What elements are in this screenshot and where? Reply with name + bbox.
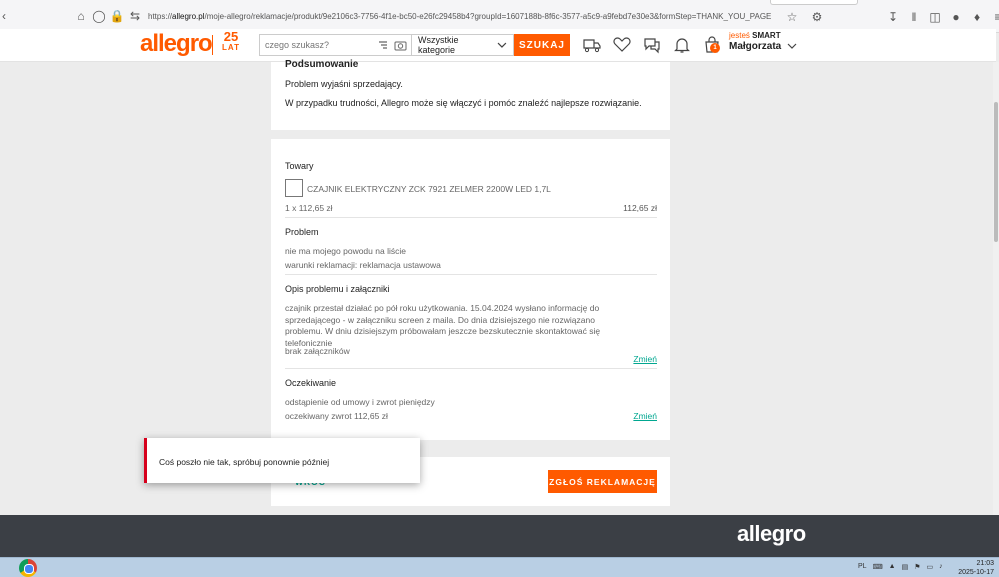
permissions-icon[interactable]: ⇆ bbox=[126, 7, 144, 25]
logo-separator bbox=[212, 35, 213, 55]
search-box bbox=[259, 34, 411, 56]
url-prefix: https:// bbox=[148, 11, 173, 21]
address-bar[interactable]: https://allegro.pl/moje-allegro/reklamac… bbox=[148, 12, 771, 21]
download-icon[interactable]: ↧ bbox=[884, 8, 902, 26]
tray-expand-icon[interactable]: ▲ bbox=[889, 563, 896, 571]
summary-card: Podsumowanie Problem wyjaśni sprzedający… bbox=[271, 59, 670, 130]
messages-icon[interactable] bbox=[642, 36, 662, 54]
attachments-status: brak załączników bbox=[285, 346, 350, 356]
anniversary-logo: 25 LAT bbox=[222, 29, 240, 53]
description-label: Opis problemu i załączniki bbox=[285, 284, 390, 294]
language-indicator[interactable]: PL bbox=[858, 563, 867, 571]
bookmark-star-icon[interactable]: ☆ bbox=[783, 8, 801, 26]
divider bbox=[285, 217, 657, 218]
site-header: allegro 25 LAT Wszystkie kategorie SZUKA… bbox=[0, 29, 996, 62]
user-menu[interactable]: jesteś SMART Małgorzata bbox=[729, 31, 797, 52]
url-domain: allegro.pl bbox=[172, 11, 205, 21]
flag-icon[interactable]: ⚑ bbox=[914, 563, 920, 571]
problem-reason: nie ma mojego powodu na liście bbox=[285, 246, 406, 256]
goods-label: Towary bbox=[285, 161, 314, 171]
chrome-browser-icon[interactable] bbox=[19, 559, 37, 577]
summary-title: Podsumowanie bbox=[285, 59, 359, 70]
delivery-truck-icon[interactable] bbox=[582, 36, 602, 54]
change-expectation-link[interactable]: Zmień bbox=[633, 411, 657, 421]
summary-line-2: W przypadku trudności, Allegro może się … bbox=[285, 98, 642, 108]
os-taskbar: PL ⌨ ▲ ▤ ⚑ ▭ ♪ 21:03 2025-10-17 bbox=[0, 557, 999, 577]
dropdown-popup-edge bbox=[770, 0, 858, 5]
scrollbar-thumb[interactable] bbox=[994, 102, 998, 242]
notifications-bell-icon[interactable] bbox=[672, 36, 692, 54]
filter-icon[interactable] bbox=[377, 39, 389, 51]
complaint-details-card: Towary CZAJNIK ELEKTRYCZNY ZCK 7921 ZELM… bbox=[271, 139, 670, 440]
tab-scroll-icon[interactable]: ‹ bbox=[0, 7, 8, 25]
category-label: Wszystkie kategorie bbox=[418, 35, 459, 55]
summary-line-1: Problem wyjaśni sprzedający. bbox=[285, 79, 403, 89]
submit-complaint-button[interactable]: ZGŁOŚ REKLAMACJĘ bbox=[548, 470, 657, 493]
product-name: CZAJNIK ELEKTRYCZNY ZCK 7921 ZELMER 2200… bbox=[307, 184, 551, 194]
product-thumbnail bbox=[285, 179, 303, 197]
error-toast: Coś poszło nie tak, spróbuj ponownie póź… bbox=[144, 438, 420, 483]
account-icon[interactable]: ● bbox=[947, 8, 965, 26]
search-input[interactable] bbox=[260, 35, 370, 55]
chevron-down-icon bbox=[497, 42, 507, 48]
library-icon[interactable]: ‖ bbox=[905, 8, 923, 26]
menu-icon[interactable]: ≡ bbox=[989, 8, 999, 26]
network-icon[interactable]: ▤ bbox=[902, 563, 909, 571]
home-icon[interactable]: ⌂ bbox=[72, 7, 90, 25]
page-scrollbar[interactable] bbox=[993, 62, 999, 515]
product-total: 112,65 zł bbox=[623, 203, 657, 213]
expectation-text: odstąpienie od umowy i zwrot pieniędzy bbox=[285, 397, 435, 407]
expected-refund: oczekiwany zwrot 112,65 zł bbox=[285, 411, 388, 421]
category-select[interactable]: Wszystkie kategorie bbox=[411, 34, 514, 56]
smart-prefix: jesteś bbox=[729, 31, 750, 40]
system-clock[interactable]: 21:03 2025-10-17 bbox=[956, 559, 994, 577]
keyboard-icon[interactable]: ⌨ bbox=[873, 563, 883, 571]
camera-icon[interactable] bbox=[394, 39, 407, 51]
problem-terms: warunki reklamacji: reklamacja ustawowa bbox=[285, 260, 441, 270]
extension-gear-icon[interactable]: ⚙ bbox=[808, 8, 826, 26]
change-description-link[interactable]: Zmień bbox=[633, 354, 657, 364]
allegro-logo[interactable]: allegro bbox=[140, 30, 213, 58]
description-text: czajnik przestał działać po pół roku uży… bbox=[285, 303, 601, 348]
user-name-row: Małgorzata bbox=[729, 42, 797, 52]
heart-icon[interactable] bbox=[612, 36, 632, 54]
lock-icon[interactable]: 🔒 bbox=[108, 7, 126, 25]
clock-date: 2025-10-17 bbox=[958, 569, 994, 576]
smart-status: jesteś SMART bbox=[729, 31, 797, 41]
sidebar-icon[interactable]: ◫ bbox=[926, 8, 944, 26]
quantity-price: 1 x 112,65 zł bbox=[285, 203, 333, 213]
chevron-down-icon bbox=[787, 43, 797, 49]
site-footer: allegro bbox=[0, 515, 999, 557]
divider bbox=[285, 274, 657, 275]
problem-label: Problem bbox=[285, 227, 319, 237]
smart-label: SMART bbox=[752, 31, 781, 40]
expectation-label: Oczekiwanie bbox=[285, 378, 337, 388]
cart-count-badge: 1 bbox=[710, 43, 720, 53]
search-button[interactable]: SZUKAJ bbox=[514, 34, 570, 56]
url-path: /moje-allegro/reklamacje/produkt/9e2106c… bbox=[204, 11, 772, 21]
toast-message: Coś poszło nie tak, spróbuj ponownie póź… bbox=[159, 457, 330, 467]
divider bbox=[285, 368, 657, 369]
anniversary-number: 25 bbox=[223, 29, 239, 44]
anniversary-label: LAT bbox=[222, 43, 240, 52]
extensions-icon[interactable]: ♦ bbox=[968, 8, 986, 26]
footer-logo[interactable]: allegro bbox=[737, 521, 806, 547]
shield-icon[interactable]: ◯ bbox=[90, 7, 108, 25]
system-tray: PL ⌨ ▲ ▤ ⚑ ▭ ♪ bbox=[858, 563, 943, 571]
user-name: Małgorzata bbox=[729, 41, 782, 52]
display-icon[interactable]: ▭ bbox=[927, 563, 934, 571]
clock-time: 21:03 bbox=[976, 560, 994, 567]
volume-icon[interactable]: ♪ bbox=[939, 563, 943, 571]
